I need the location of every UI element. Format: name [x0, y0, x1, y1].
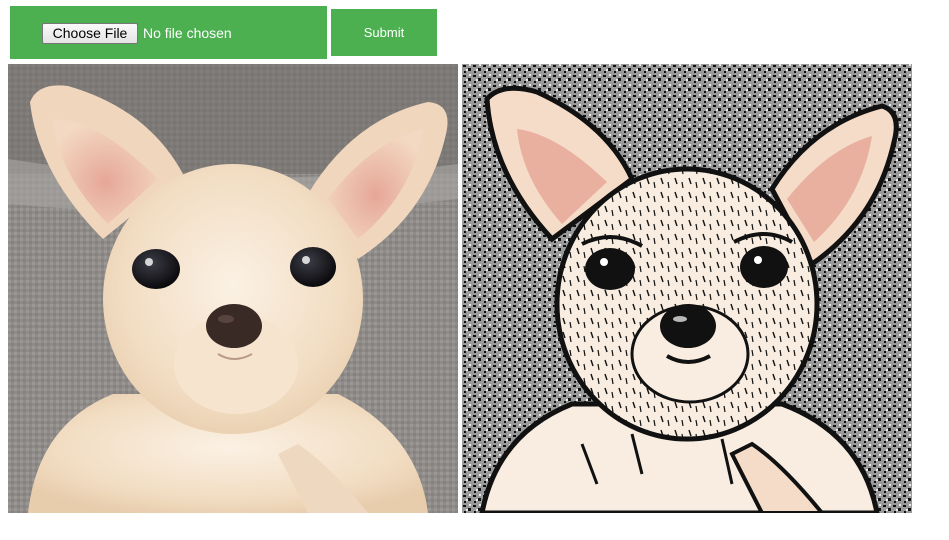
processed-image — [462, 64, 912, 513]
choose-file-button[interactable]: Choose File — [42, 23, 138, 44]
submit-button[interactable]: Submit — [331, 9, 437, 56]
cartoon-puppy-illustration — [462, 64, 912, 513]
page: Choose File No file chosen Submit — [0, 0, 949, 540]
original-puppy-illustration — [8, 64, 458, 513]
file-status-text: No file chosen — [143, 25, 232, 41]
original-image — [8, 64, 458, 513]
file-upload-bar: Choose File No file chosen — [10, 6, 327, 59]
